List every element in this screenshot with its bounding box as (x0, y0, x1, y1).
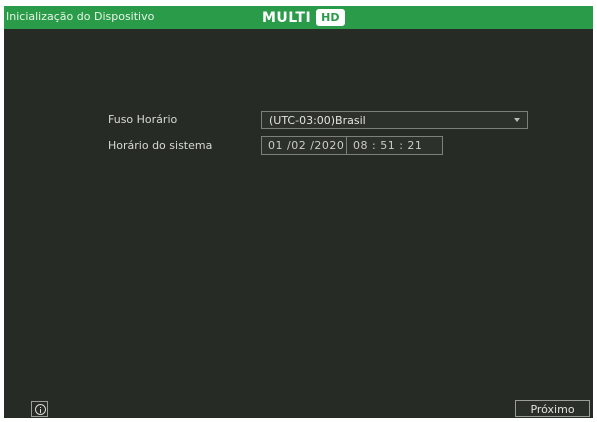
next-button-label: Próximo (530, 403, 575, 416)
info-button[interactable] (31, 401, 48, 417)
timezone-select[interactable]: (UTC-03:00)Brasil (261, 111, 528, 129)
brand-logo: MULTI HD (262, 9, 345, 26)
system-datetime: 01 /02 /2020 08 : 51 : 21 (261, 136, 443, 155)
next-button[interactable]: Próximo (515, 400, 590, 417)
chevron-down-icon (514, 118, 520, 122)
title-bar: Inicialização do Dispositivo MULTI HD (4, 6, 593, 29)
logo-badge: HD (316, 9, 345, 26)
time-value: 08 : 51 : 21 (353, 139, 423, 152)
logo-text: MULTI (262, 9, 312, 26)
timezone-value: (UTC-03:00)Brasil (269, 114, 366, 127)
system-time-label: Horário do sistema (108, 139, 213, 152)
device-init-window: Inicialização do Dispositivo MULTI HD Fu… (4, 6, 593, 418)
window-title: Inicialização do Dispositivo (6, 10, 155, 23)
info-icon (35, 404, 46, 415)
date-value: 01 /02 /2020 (268, 139, 345, 152)
date-field[interactable]: 01 /02 /2020 (262, 137, 347, 154)
timezone-label: Fuso Horário (108, 113, 178, 126)
time-field[interactable]: 08 : 51 : 21 (347, 137, 442, 154)
